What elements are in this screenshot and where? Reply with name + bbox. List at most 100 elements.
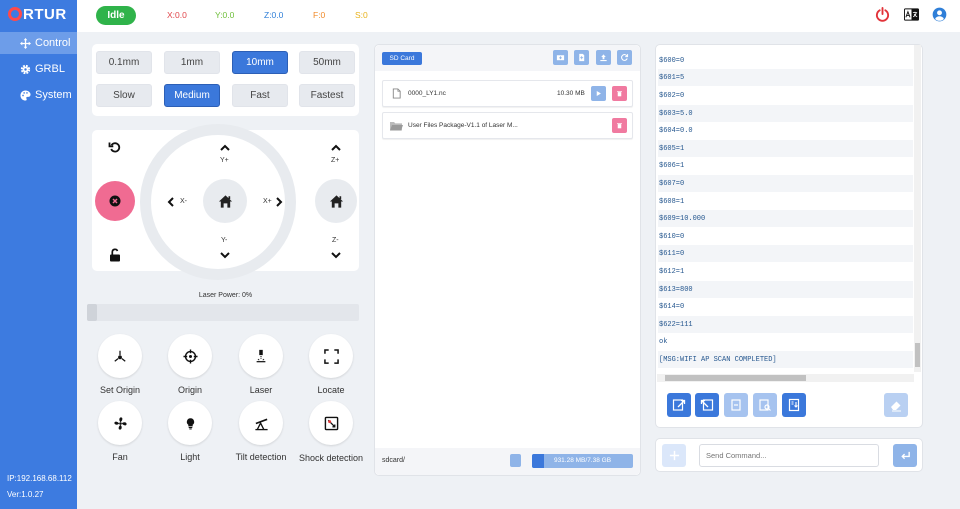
search-log-button[interactable]: [753, 393, 777, 417]
sidebar-item-label: System: [35, 89, 72, 101]
home-icon: [218, 194, 232, 208]
auto-scroll-button[interactable]: [667, 393, 691, 417]
set-origin-button[interactable]: [98, 334, 142, 378]
run-file-button[interactable]: [591, 86, 606, 101]
locate-button[interactable]: [309, 334, 353, 378]
vertical-scrollbar[interactable]: [914, 45, 921, 372]
upload-button[interactable]: [596, 50, 611, 65]
scrollbar-thumb[interactable]: [915, 343, 920, 367]
origin-button[interactable]: [168, 334, 212, 378]
step-10mm-button[interactable]: 10mm: [232, 51, 288, 74]
document-icon: [392, 88, 401, 99]
fan-button[interactable]: [98, 401, 142, 445]
unlock-icon[interactable]: [108, 248, 122, 262]
sd-card-icon: [510, 454, 521, 467]
gear-icon: [20, 64, 31, 74]
sidebar-item-label: Control: [35, 37, 71, 49]
console-line: ok: [659, 337, 668, 346]
pause-log-button[interactable]: [724, 393, 748, 417]
stop-icon: [109, 195, 121, 207]
sidebar: RTUR Control GRBL System IP:192.168.68.1…: [0, 0, 77, 509]
speed-fastest-button[interactable]: Fastest: [299, 84, 355, 107]
power-icon[interactable]: [874, 6, 890, 22]
verbose-icon: [700, 399, 714, 411]
console-line: $614=0: [659, 302, 685, 311]
command-input[interactable]: [699, 444, 879, 467]
console-line: [MSG:WIFI AP SCAN COMPLETED]: [658, 351, 913, 368]
laser-button[interactable]: [239, 334, 283, 378]
tilt-detection-button[interactable]: [239, 401, 283, 445]
speed-fast-button[interactable]: Fast: [232, 84, 288, 107]
clear-console-button[interactable]: [884, 393, 908, 417]
new-folder-button[interactable]: [553, 50, 568, 65]
sidebar-item-label: GRBL: [35, 63, 65, 75]
sidebar-item-grbl[interactable]: GRBL: [0, 58, 77, 80]
eraser-icon: [891, 401, 901, 412]
sidebar-item-system[interactable]: System: [0, 84, 77, 106]
y-plus-label: Y+: [220, 157, 229, 164]
folder-plus-icon: [556, 55, 565, 61]
send-command-button[interactable]: [893, 444, 917, 467]
tilt-icon: [254, 417, 268, 430]
delete-folder-button[interactable]: [612, 118, 627, 133]
fan-icon: [113, 416, 127, 430]
frame-corners-icon: [323, 348, 339, 364]
z-plus-arrow-icon[interactable]: [330, 142, 342, 154]
add-command-button[interactable]: [662, 444, 686, 467]
user-icon[interactable]: [931, 6, 947, 22]
crosshair-icon: [182, 348, 198, 364]
z-position: Z:0.0: [264, 10, 284, 20]
x-plus-arrow-icon[interactable]: [273, 196, 285, 208]
light-button[interactable]: [168, 401, 212, 445]
console-line: $608=1: [659, 197, 685, 206]
y-plus-arrow-icon[interactable]: [219, 142, 231, 154]
bulb-icon: [186, 417, 194, 429]
reset-icon[interactable]: [108, 140, 122, 154]
file-icon: [579, 53, 585, 62]
home-xy-button[interactable]: [203, 179, 247, 223]
laser-power-slider[interactable]: [87, 304, 359, 321]
step-50mm-button[interactable]: 50mm: [299, 51, 355, 74]
console-line: $602=0: [659, 91, 685, 100]
folder-row[interactable]: User Files Package-V1.1 of Laser M...: [382, 112, 633, 139]
y-position: Y:0.0: [215, 10, 235, 20]
delete-file-button[interactable]: [612, 86, 627, 101]
storage-usage-bar: 931.28 MB/7.38 GB: [532, 454, 633, 468]
x-minus-arrow-icon[interactable]: [165, 196, 177, 208]
slider-handle[interactable]: [87, 304, 97, 321]
speed-slow-button[interactable]: Slow: [96, 84, 152, 107]
top-bar: Idle X:0.0 Y:0.0 Z:0.0 F:0 S:0: [77, 0, 960, 32]
sidebar-item-control[interactable]: Control: [0, 32, 77, 54]
export-log-button[interactable]: [782, 393, 806, 417]
language-icon[interactable]: [903, 6, 919, 22]
emergency-stop-button[interactable]: [95, 181, 135, 221]
verbose-button[interactable]: [695, 393, 719, 417]
auto-scroll-icon: [672, 399, 686, 411]
step-0-1mm-button[interactable]: 0.1mm: [96, 51, 152, 74]
console-line: $605=1: [658, 140, 913, 157]
z-minus-arrow-icon[interactable]: [330, 249, 342, 261]
shock-detection-button[interactable]: [309, 401, 353, 445]
y-minus-arrow-icon[interactable]: [219, 249, 231, 261]
speed-medium-button[interactable]: Medium: [164, 84, 220, 107]
refresh-button[interactable]: [617, 50, 632, 65]
palette-icon: [20, 89, 31, 101]
file-name: 0000_LY1.nc: [408, 90, 446, 97]
tilt-detection-label: Tilt detection: [235, 452, 287, 462]
tab-sd-card[interactable]: SD Card: [382, 52, 422, 65]
console-line: $612=1: [659, 267, 685, 276]
shock-icon: [324, 416, 338, 430]
move-icon: [20, 37, 31, 49]
file-panel: [374, 44, 641, 476]
set-origin-label: Set Origin: [99, 385, 141, 395]
home-z-button[interactable]: [315, 179, 357, 223]
scrollbar-thumb[interactable]: [665, 375, 806, 381]
set-origin-icon: [114, 350, 126, 362]
file-row[interactable]: 0000_LY1.nc 10.30 MB: [382, 80, 633, 107]
horizontal-scrollbar[interactable]: [657, 374, 914, 382]
storage-usage-text: 931.28 MB/7.38 GB: [553, 457, 612, 464]
search-icon: [759, 399, 771, 411]
console-line: $607=0: [658, 175, 913, 192]
step-1mm-button[interactable]: 1mm: [164, 51, 220, 74]
new-file-button[interactable]: [574, 50, 589, 65]
